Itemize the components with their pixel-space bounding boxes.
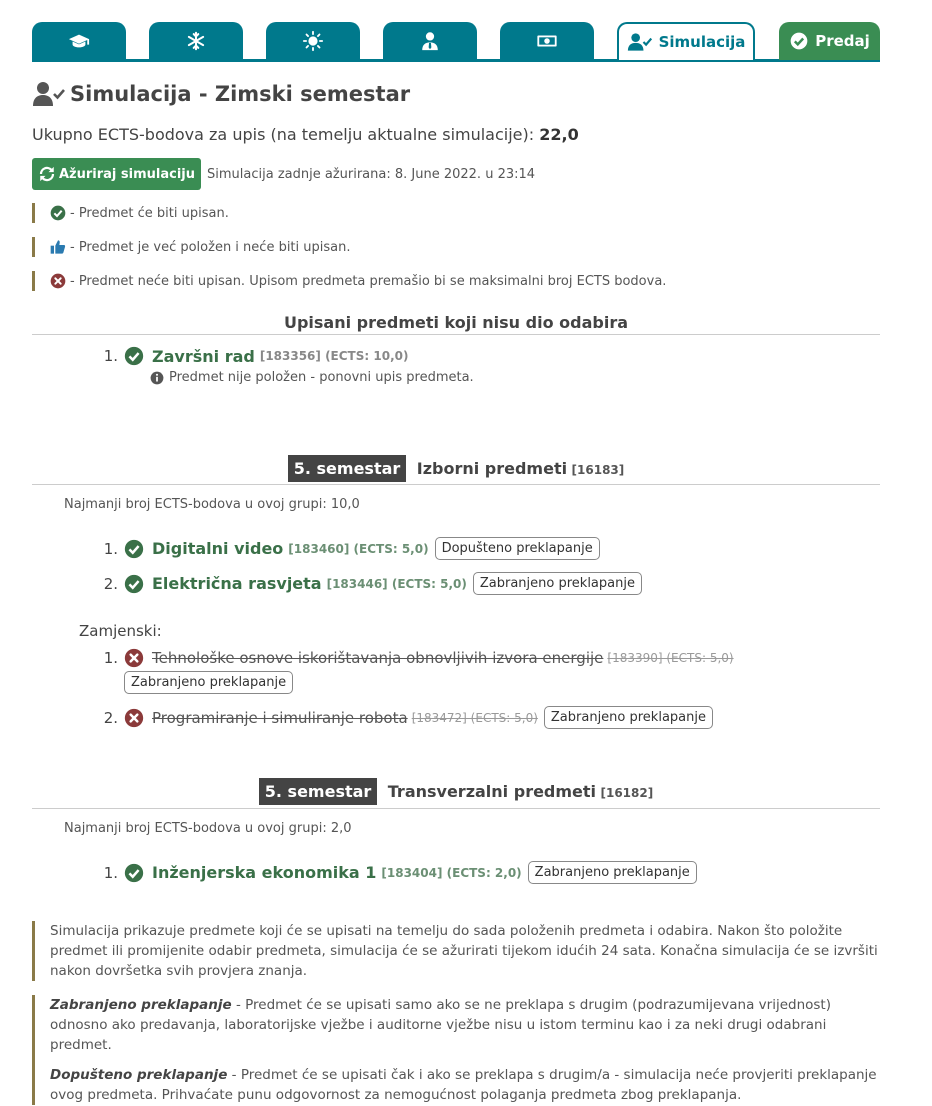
overlap-badge[interactable]: Dopušteno preklapanje [434,537,600,560]
page-title-text: Simulacija - Zimski semestar [70,82,411,106]
forbidden-term: Zabranjeno preklapanje [50,997,232,1013]
semester-badge: 5. semestar [287,455,407,482]
tab-payments[interactable] [500,22,594,60]
list-item: 1. Tehnološke osnove iskorištavanja obno… [98,648,734,668]
tab-education[interactable] [32,22,126,60]
item-number: 2. [103,708,118,727]
course-link[interactable]: Digitalni video [152,539,283,558]
overlap-info: Zabranjeno preklapanje - Predmet će se u… [32,995,880,1105]
course-code: [183446] (ECTS: 5,0) [326,576,467,591]
allowed-term: Dopušteno preklapanje [50,1067,228,1083]
tab-bar: Simulacija Predaj [32,20,880,62]
group-title: Izborni predmeti [416,459,568,478]
update-simulation-button[interactable]: Ažuriraj simulaciju [32,158,202,190]
snowflake-icon [187,31,205,51]
refresh-icon [39,166,55,182]
graduation-cap-icon [68,34,90,48]
course-name: Tehnološke osnove iskorištavanja obnovlj… [152,649,604,667]
ects-total-value: 22,0 [539,125,579,144]
course-code: [183356] (ECTS: 10,0) [259,349,409,363]
course-note: Predmet nije položen - ponovni upis pred… [150,370,474,385]
tab-submit-label: Predaj [815,32,870,50]
times-circle-icon [124,708,144,727]
thumbs-up-icon [50,240,66,254]
overlap-badge[interactable]: Zabranjeno preklapanje [124,671,294,694]
overlap-badge[interactable]: Zabranjeno preklapanje [527,861,697,884]
item-number: 1. [103,863,118,882]
course-name: Programiranje i simuliranje robota [152,708,408,727]
course-link[interactable]: Električna rasvjeta [152,574,322,593]
user-tie-icon [422,32,438,51]
user-check-icon [627,33,652,51]
semester-badge: 5. semestar [258,778,378,805]
group-header-elective: 5. semestar Izborni predmeti [16183] [32,455,880,485]
tab-winter[interactable] [149,22,243,60]
legend-enrolled: - Predmet će biti upisan. [32,203,892,223]
check-circle-icon [790,32,808,50]
user-check-icon [33,82,65,106]
overlap-badge[interactable]: Zabranjeno preklapanje [543,706,713,729]
check-circle-icon [124,346,144,366]
list-item: 1. Inženjerska ekonomika 1 [183404] (ECT… [98,861,697,884]
info-circle-icon [150,371,164,384]
tab-simulation-label: Simulacija [658,33,746,51]
list-item-badge-row: Zabranjeno preklapanje [118,671,294,694]
substitutes-label: Zamjenski: [79,622,162,640]
enrolled-section-header: Upisani predmeti koji nisu dio odabira [32,313,880,335]
check-circle-icon [124,539,144,558]
course-code: [183404] (ECTS: 2,0) [381,865,522,880]
course-link[interactable]: Završni rad [152,347,255,366]
list-item: 1. Završni rad [183356] (ECTS: 10,0) [98,346,409,366]
group-min-ects: Najmanji broj ECTS-bodova u ovoj grupi: … [64,497,360,512]
group-title: Transverzalni predmeti [387,782,597,801]
tab-profile[interactable] [383,22,477,60]
item-number: 2. [103,574,118,593]
legend-not-enrolled: - Predmet neće biti upisan. Upisom predm… [32,271,892,291]
item-number: 1. [103,539,118,558]
enrolled-section-title: Upisani predmeti koji nisu dio odabira [283,313,629,332]
item-number: 1. [103,347,118,365]
group-code: [16182] [600,786,654,800]
course-note-text: Predmet nije položen - ponovni upis pred… [169,370,474,385]
course-code: [183390] (ECTS: 5,0) [607,651,734,665]
update-simulation-label: Ažuriraj simulaciju [59,166,196,182]
course-code: [183460] (ECTS: 5,0) [288,541,429,556]
allowed-overlap-info: Dopušteno preklapanje - Predmet će se up… [50,1065,880,1105]
group-min-ects: Najmanji broj ECTS-bodova u ovoj grupi: … [64,821,352,836]
group-header-transversal: 5. semestar Transverzalni predmeti [1618… [32,778,880,809]
legend-passed: - Predmet je već položen i neće biti upi… [32,237,892,257]
simulation-info-text: Simulacija prikazuje predmete koji će se… [50,923,878,979]
money-bill-icon [537,35,557,47]
list-item: 2. Programiranje i simuliranje robota [1… [98,706,713,729]
list-item: 2. Električna rasvjeta [183446] (ECTS: 5… [98,572,642,595]
course-code: [183472] (ECTS: 5,0) [411,710,538,725]
overlap-badge[interactable]: Zabranjeno preklapanje [472,572,642,595]
update-row: Ažuriraj simulaciju Simulacija zadnje až… [32,158,535,190]
legend-enrolled-text: - Predmet će biti upisan. [70,205,229,221]
check-circle-icon [124,863,144,882]
times-circle-icon [50,273,66,289]
check-circle-icon [124,574,144,593]
legend-not-enrolled-text: - Predmet neće biti upisan. Upisom predm… [70,273,667,289]
item-number: 1. [103,649,118,667]
forbidden-overlap-info: Zabranjeno preklapanje - Predmet će se u… [50,995,880,1055]
times-circle-icon [124,648,144,668]
tab-simulation[interactable]: Simulacija [617,22,755,60]
check-circle-icon [50,205,66,221]
page-title: Simulacija - Zimski semestar [32,80,410,108]
last-updated: Simulacija zadnje ažurirana: 8. June 202… [207,166,536,182]
simulation-info: Simulacija prikazuje predmete koji će se… [32,921,880,981]
tab-submit[interactable]: Predaj [779,22,880,60]
list-item: 1. Digitalni video [183460] (ECTS: 5,0) … [98,537,600,560]
ects-total: Ukupno ECTS-bodova za upis (na temelju a… [32,125,579,144]
legend-passed-text: - Predmet je već položen i neće biti upi… [70,239,351,255]
sun-icon [302,30,324,52]
group-code: [16183] [571,463,625,477]
course-link[interactable]: Inženjerska ekonomika 1 [152,863,376,882]
tab-summer[interactable] [266,22,360,60]
simulation-page: Simulacija Predaj Simulacija - Zimski se… [0,0,932,1106]
ects-total-label: Ukupno ECTS-bodova za upis (na temelju a… [32,125,535,144]
